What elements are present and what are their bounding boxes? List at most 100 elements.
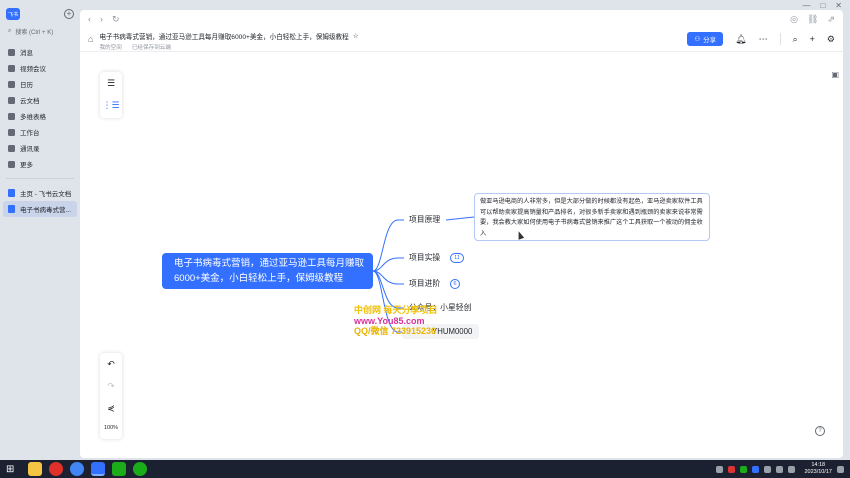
home-icon[interactable]: ⌂ bbox=[88, 34, 93, 44]
nav-toolbar: ‹ › ↻ ◎ ⛓ ⇗ bbox=[80, 10, 843, 28]
share-button[interactable]: ⚇ 分享 bbox=[687, 32, 724, 46]
contacts-icon bbox=[8, 144, 15, 152]
mindmap-canvas[interactable]: ☰ ⋮☰ ↶ ↷ ⋞ 100% ▣ ? 电子书病毒式营销，通过亚马逊工具每月赚取… bbox=[80, 52, 843, 458]
windows-start-icon[interactable]: ⊞ bbox=[6, 464, 14, 475]
node-practice[interactable]: 项目实操 bbox=[402, 250, 447, 265]
file-explorer-icon[interactable] bbox=[28, 462, 43, 476]
star-icon[interactable]: ☆ bbox=[353, 32, 359, 40]
search-icon[interactable]: ⌕ bbox=[793, 34, 798, 45]
sidebar-divider bbox=[6, 178, 74, 179]
node-practice-count[interactable]: 11 bbox=[450, 253, 464, 263]
toolbar-right: ◎ ⛓ ⇗ bbox=[790, 14, 835, 25]
sidebar-item-label: 日历 bbox=[20, 82, 33, 89]
search-icon: ⌕ bbox=[8, 27, 12, 34]
grid-icon bbox=[8, 128, 15, 136]
doc-location[interactable]: 我的空间 bbox=[99, 43, 121, 51]
feishu-app-icon[interactable] bbox=[91, 462, 106, 476]
document-window: ‹ › ↻ ◎ ⛓ ⇗ ⌂ 电子书病毒式营销，通过亚马逊工具每月赚取6000+美… bbox=[80, 10, 843, 458]
calendar-icon bbox=[8, 80, 15, 88]
input-method-icon[interactable] bbox=[788, 465, 796, 473]
green-app-icon[interactable] bbox=[112, 462, 127, 476]
sidebar-item-messages[interactable]: 消息 bbox=[0, 44, 80, 60]
close-icon[interactable]: ✕ bbox=[835, 1, 842, 10]
system-tray: 14:18 2023/10/17 bbox=[716, 462, 844, 476]
compass-icon[interactable]: ◎ bbox=[790, 14, 798, 25]
refresh-icon[interactable]: ↻ bbox=[112, 14, 120, 25]
wechat-icon[interactable] bbox=[133, 462, 148, 476]
new-window-icon[interactable]: ⇗ bbox=[827, 14, 835, 25]
doc-header: ⌂ 电子书病毒式营销，通过亚马逊工具每月赚取6000+美金，小白轻松上手，保姆级… bbox=[80, 28, 843, 52]
sidebar-item-label: 电子书病毒式营... bbox=[20, 207, 71, 214]
mindnote-icon bbox=[8, 205, 15, 213]
sidebar-item-cloud-docs[interactable]: 云文档 bbox=[0, 92, 80, 108]
minimize-icon[interactable]: — bbox=[802, 1, 810, 10]
search-placeholder: 搜索 (Ctrl + K) bbox=[15, 29, 54, 36]
maximize-icon[interactable]: □ bbox=[820, 1, 825, 10]
opera-browser-icon[interactable] bbox=[49, 462, 64, 476]
sidebar-item-workplace[interactable]: 工作台 bbox=[0, 124, 80, 140]
watermark-line: www.You85.com bbox=[354, 315, 425, 326]
watermark-overlay: 中创网 每天分享项目 www.You85.com QQ/微信 723915236 bbox=[354, 305, 438, 337]
video-icon bbox=[8, 64, 15, 72]
bluetooth-icon[interactable] bbox=[752, 465, 760, 473]
sidebar-item-label: 视频会议 bbox=[20, 66, 46, 73]
sidebar-item-label: 多维表格 bbox=[20, 114, 46, 121]
sidebar-header: 飞书 + bbox=[0, 0, 80, 22]
share-label: 分享 bbox=[703, 37, 717, 44]
security-icon[interactable] bbox=[728, 465, 736, 473]
notification-icon[interactable] bbox=[837, 465, 844, 473]
search-input[interactable]: ⌕ 搜索 (Ctrl + K) bbox=[5, 24, 75, 38]
app-logo[interactable]: 飞书 bbox=[6, 8, 20, 20]
bell-icon[interactable]: 🔔︎ bbox=[735, 34, 746, 45]
window-controls: — □ ✕ bbox=[802, 0, 850, 10]
sidebar-pinned-home[interactable]: 主页 - 飞书云文档 bbox=[0, 185, 80, 201]
header-divider bbox=[779, 33, 781, 45]
sidebar-pinned-current-doc[interactable]: 电子书病毒式营... bbox=[3, 201, 77, 217]
node-advanced[interactable]: 项目进阶 bbox=[402, 276, 447, 291]
watermark-line: 中创网 每天分享项目 bbox=[354, 305, 438, 315]
link-icon[interactable]: ⛓ bbox=[807, 14, 818, 25]
sidebar-item-label: 消息 bbox=[20, 50, 33, 57]
table-icon bbox=[8, 112, 15, 120]
share-icon: ⚇ bbox=[694, 36, 701, 43]
sidebar-item-calendar[interactable]: 日历 bbox=[0, 76, 80, 92]
clock-date: 2023/10/17 bbox=[804, 469, 832, 475]
chat-icon bbox=[8, 48, 15, 56]
sidebar-item-label: 工作台 bbox=[20, 130, 40, 137]
mindmap-root-node[interactable]: 电子书病毒式营销，通过亚马逊工具每月赚取6000+美金，小白轻松上手，保姆级教程 bbox=[162, 253, 373, 289]
clock-time: 14:18 bbox=[811, 462, 826, 468]
doc-title-row: 电子书病毒式营销，通过亚马逊工具每月赚取6000+美金，小白轻松上手，保姆级教程… bbox=[99, 31, 358, 41]
sidebar-item-base[interactable]: 多维表格 bbox=[0, 108, 80, 124]
settings-icon[interactable]: ⚙ bbox=[827, 34, 835, 45]
sidebar-item-label: 云文档 bbox=[20, 98, 40, 105]
chevron-up-icon[interactable] bbox=[716, 465, 724, 473]
doc-title[interactable]: 电子书病毒式营销，通过亚马逊工具每月赚取6000+美金，小白轻松上手，保姆级教程 bbox=[99, 31, 348, 41]
title-block: 电子书病毒式营销，通过亚马逊工具每月赚取6000+美金，小白轻松上手，保姆级教程… bbox=[99, 31, 358, 51]
node-advanced-count[interactable]: 6 bbox=[450, 279, 460, 289]
forward-icon[interactable]: › bbox=[100, 14, 103, 24]
sidebar-item-more[interactable]: 更多 bbox=[0, 156, 80, 172]
save-status: 已经保存到云端 bbox=[131, 45, 171, 51]
network-icon[interactable] bbox=[764, 465, 772, 473]
doc-home-icon bbox=[8, 189, 15, 197]
app-sidebar: 飞书 + ⌕ 搜索 (Ctrl + K) 消息 视频会议 日历 云文档 多维表格… bbox=[0, 0, 80, 460]
doc-meta: 我的空间 已经保存到云端 bbox=[99, 43, 358, 51]
document-icon bbox=[8, 96, 15, 104]
sidebar-item-contacts[interactable]: 通讯录 bbox=[0, 140, 80, 156]
volume-icon[interactable] bbox=[776, 465, 784, 473]
sidebar-item-label: 主页 - 飞书云文档 bbox=[20, 191, 72, 198]
add-icon[interactable]: + bbox=[810, 34, 815, 44]
node-principle[interactable]: 项目原理 bbox=[402, 212, 447, 227]
system-clock[interactable]: 14:18 2023/10/17 bbox=[804, 462, 832, 476]
sidebar-item-label: 通讯录 bbox=[20, 146, 40, 153]
chrome-browser-icon[interactable] bbox=[70, 462, 85, 476]
node-note[interactable]: 做亚马逊电商的人非常多，但是大部分做的时候都没有起色，亚马逊卖家软件工具可以帮助… bbox=[474, 193, 710, 241]
create-icon[interactable]: + bbox=[64, 9, 74, 19]
header-actions: ⚇ 分享 🔔︎ ⋯ ⌕ + ⚙ bbox=[687, 32, 835, 46]
os-taskbar: ⊞ 14:18 2023/10/17 bbox=[0, 460, 850, 478]
back-icon[interactable]: ‹ bbox=[88, 14, 91, 24]
sidebar-item-video-meeting[interactable]: 视频会议 bbox=[0, 60, 80, 76]
more-icon[interactable]: ⋯ bbox=[759, 34, 768, 45]
more-grid-icon bbox=[8, 160, 15, 168]
wechat-tray-icon[interactable] bbox=[740, 465, 748, 473]
